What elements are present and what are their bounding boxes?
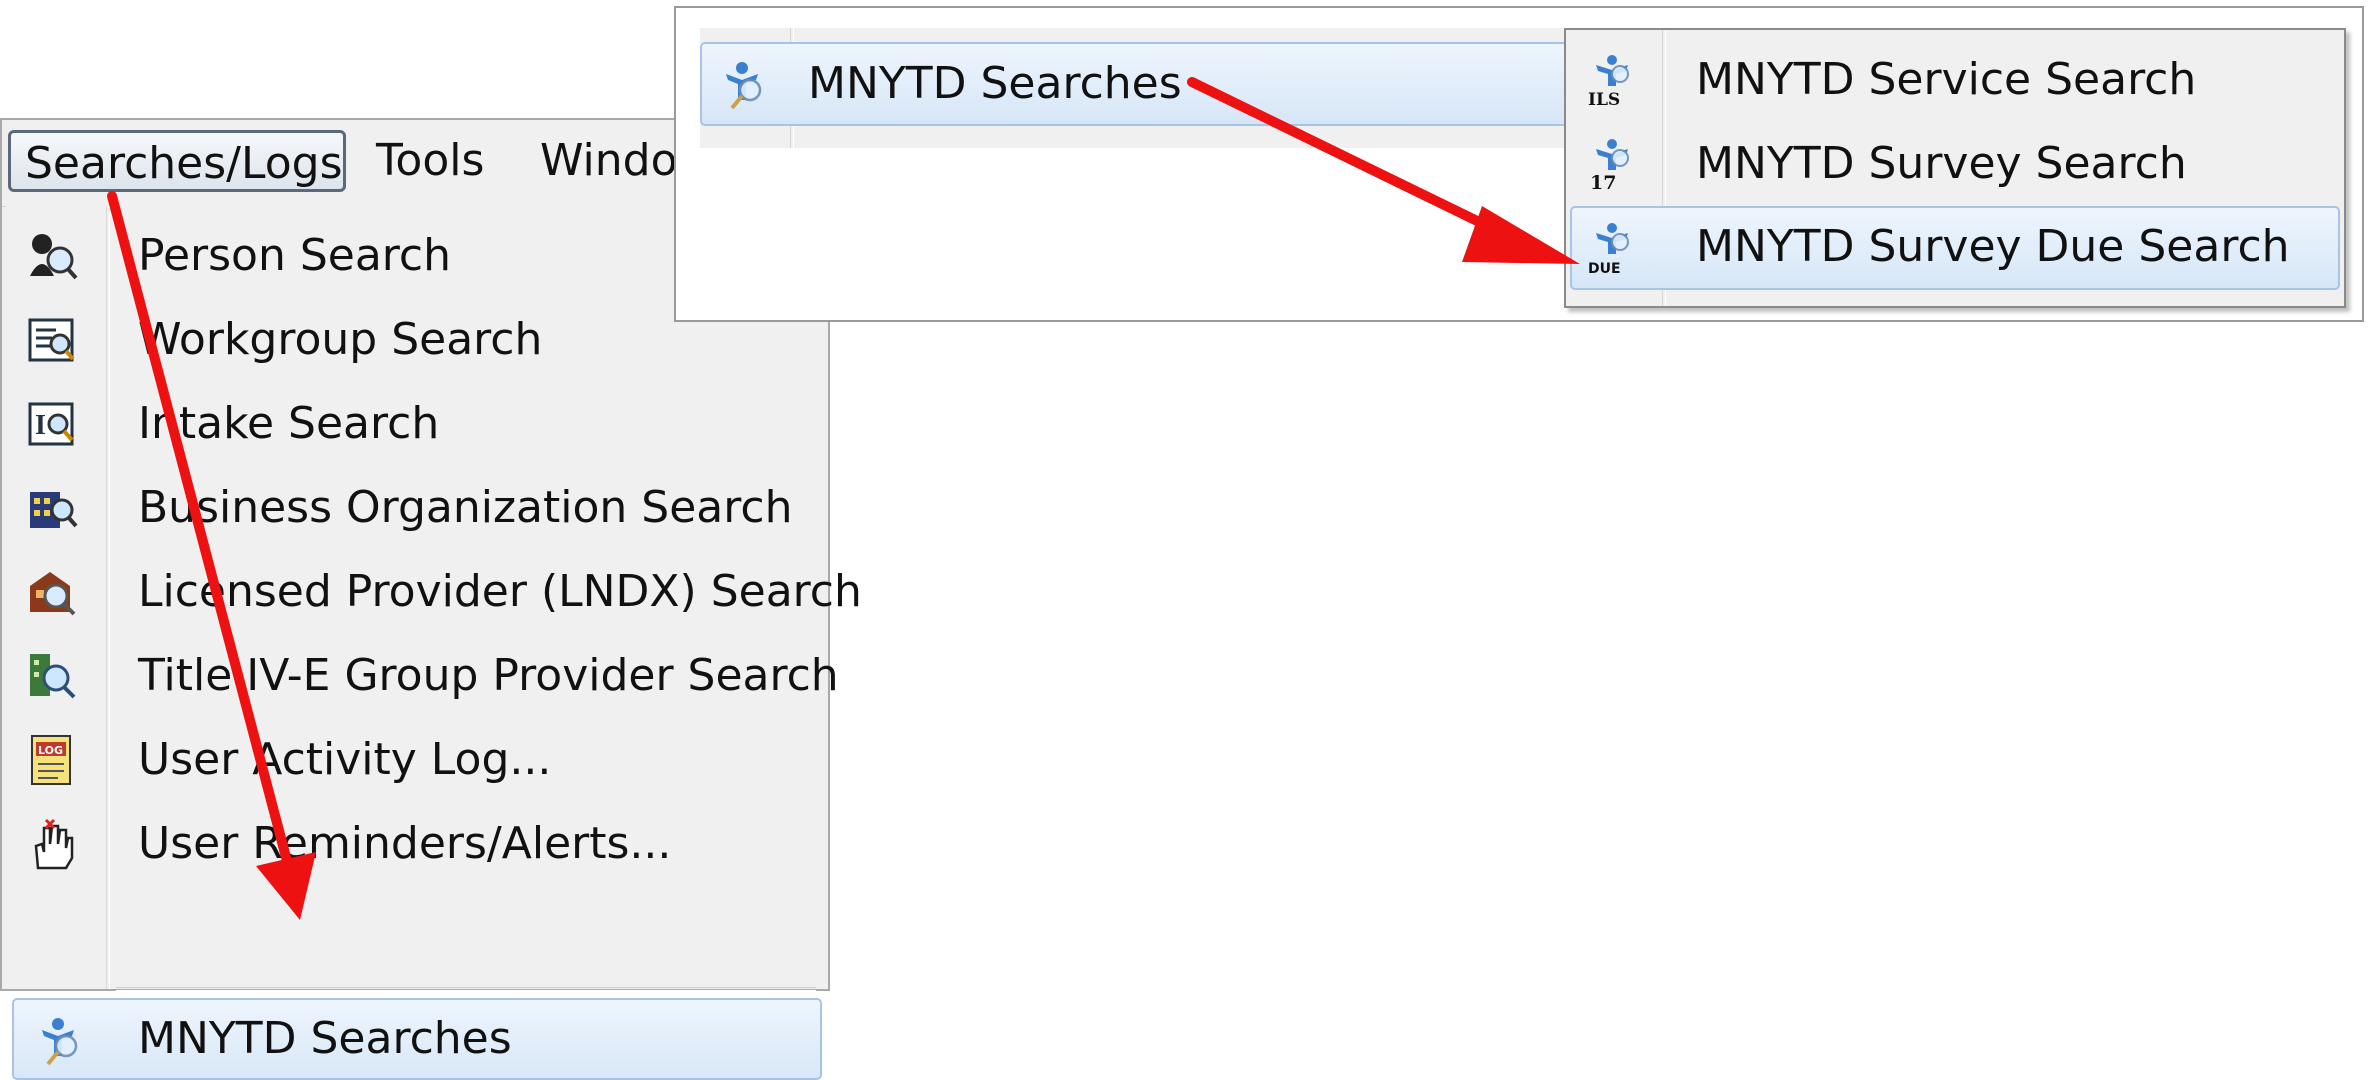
menu-item-label: MNYTD Survey Due Search	[1696, 221, 2290, 272]
menu-item-label: Licensed Provider (LNDX) Search	[138, 566, 862, 617]
menu-item-mnytd-searches[interactable]: MNYTD Searches ▶	[700, 42, 1700, 126]
menu-separator	[116, 987, 816, 991]
person-search-icon	[30, 234, 78, 280]
menu-item-licensed-provider-search[interactable]: Licensed Provider (LNDX) Search	[6, 550, 862, 634]
menu-item-label: MNYTD Searches	[808, 58, 1182, 109]
menu-item-user-reminders-alerts[interactable]: User Reminders/Alerts...	[6, 802, 824, 886]
menu-item-label: Business Organization Search	[138, 482, 793, 533]
menu-item-label: MNYTD Survey Search	[1696, 138, 2187, 189]
menu-searches-logs[interactable]: Searches/Logs	[8, 130, 346, 192]
menu-item-user-activity-log[interactable]: LOG User Activity Log...	[6, 718, 824, 802]
menu-item-label: MNYTD Service Search	[1696, 54, 2197, 105]
svg-text:ILS: ILS	[1588, 90, 1620, 108]
menu-item-business-organization-search[interactable]: Business Organization Search	[6, 466, 824, 550]
menu-item-label: MNYTD Searches	[138, 1013, 512, 1064]
licensed-provider-search-icon	[30, 572, 76, 616]
business-organization-search-icon	[30, 492, 78, 528]
menu-item-mnytd-service-search[interactable]: ILS MNYTD Service Search	[1570, 38, 2340, 122]
mnytd-icon	[726, 62, 762, 110]
reminder-hand-icon	[34, 818, 74, 870]
menu-item-label: User Reminders/Alerts...	[138, 818, 672, 869]
mnytd-icon	[42, 1018, 78, 1066]
menu-item-label: Person Search	[138, 230, 452, 281]
menu-tools[interactable]: Tools	[362, 130, 498, 192]
mnytd-due-icon: DUE	[1588, 223, 1629, 276]
svg-text:I: I	[35, 410, 46, 441]
menu-item-label: Intake Search	[138, 398, 440, 449]
menu-item-label: Workgroup Search	[138, 314, 543, 365]
svg-text:17: 17	[1590, 172, 1616, 192]
mnytd-submenu-callout: MNYTD Searches ▶ ILS MNYTD Service Searc…	[674, 6, 2364, 322]
menu-window[interactable]: Windo	[526, 130, 692, 192]
menu-item-intake-search[interactable]: I Intake Search	[6, 382, 824, 466]
svg-text:DUE: DUE	[1588, 261, 1621, 276]
mnytd-submenu: ILS MNYTD Service Search 17 MNYTD Survey…	[1564, 28, 2346, 308]
svg-text:LOG: LOG	[38, 744, 63, 757]
workgroup-search-icon	[28, 318, 75, 362]
title-ive-provider-search-icon	[30, 654, 76, 699]
menu-item-mnytd-survey-search[interactable]: 17 MNYTD Survey Search	[1570, 122, 2340, 206]
menu-item-mnytd-searches[interactable]: MNYTD Searches	[12, 998, 822, 1080]
menu-item-label: Title IV-E Group Provider Search	[138, 650, 839, 701]
searches-logs-dropdown: Person Search Workgroup Search I Intake	[6, 206, 862, 1080]
menu-item-label: User Activity Log...	[138, 734, 552, 785]
log-icon: LOG	[31, 735, 71, 785]
intake-search-icon: I	[28, 402, 74, 446]
menu-item-title-ive-provider-search[interactable]: Title IV-E Group Provider Search	[6, 634, 839, 718]
mnytd-ils-icon: ILS	[1588, 55, 1629, 108]
menu-item-mnytd-survey-due-search[interactable]: DUE MNYTD Survey Due Search	[1570, 206, 2340, 290]
mnytd-17-icon: 17	[1590, 139, 1629, 192]
